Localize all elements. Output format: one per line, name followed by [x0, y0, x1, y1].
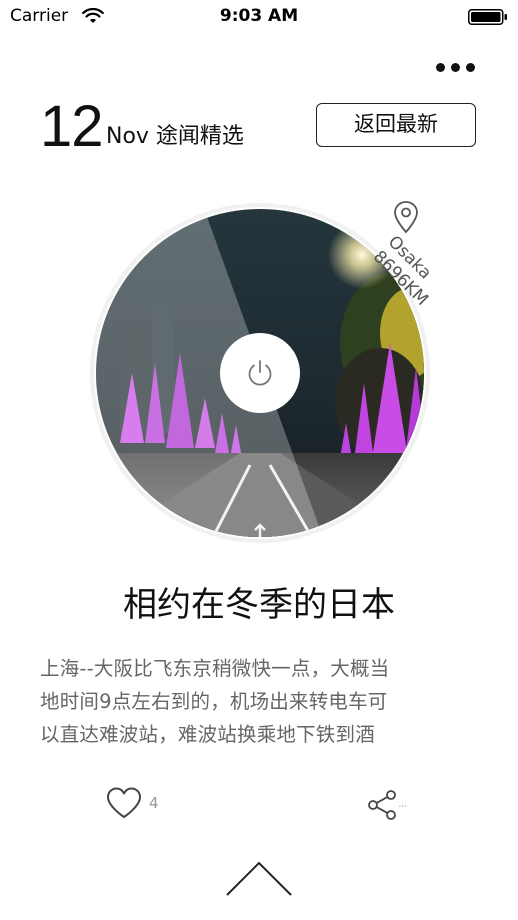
share-more-label: ... — [398, 796, 408, 810]
return-latest-button[interactable]: 返回最新 — [316, 103, 476, 147]
heart-icon[interactable] — [105, 786, 143, 820]
power-icon — [248, 360, 272, 386]
month-label: Nov 途闻精选 — [106, 124, 244, 149]
status-time: 9:03 AM — [219, 6, 299, 26]
more-icon[interactable] — [430, 56, 480, 78]
power-button[interactable] — [220, 333, 300, 413]
article-excerpt[interactable]: 上海--大阪比飞东京稍微快一点，大概当 地时间9点左右到的，机场出来转电车可 以… — [40, 652, 480, 751]
more-dot — [450, 62, 460, 72]
more-dot — [435, 62, 445, 72]
date-day: 12 — [40, 94, 104, 159]
location-pin-icon — [394, 201, 418, 234]
status-bar: Carrier 9:03 AM — [0, 0, 518, 34]
battery-icon — [468, 9, 507, 25]
share-icon[interactable] — [365, 788, 399, 822]
more-dot — [465, 62, 475, 72]
like-count: 4 — [149, 794, 159, 812]
chevron-up-icon[interactable] — [224, 858, 294, 898]
article-title[interactable]: 相约在冬季的日本 — [0, 582, 518, 628]
